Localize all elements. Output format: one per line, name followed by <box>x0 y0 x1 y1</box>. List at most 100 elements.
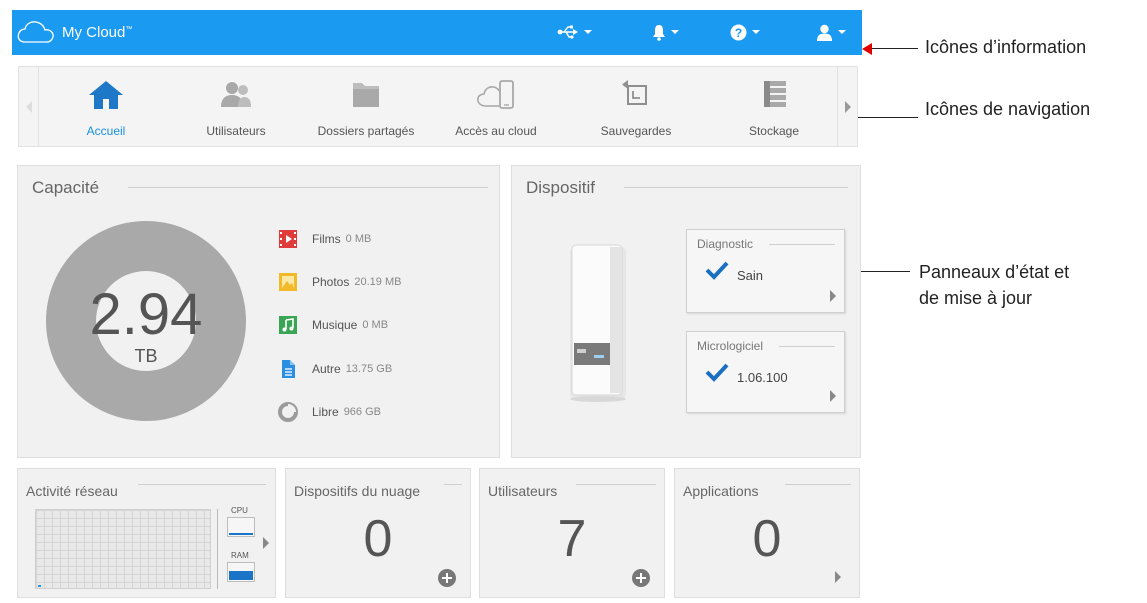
user-menu[interactable] <box>816 21 846 43</box>
title-rule <box>785 484 851 485</box>
legend-value: 13.75 GB <box>345 363 393 375</box>
backup-icon <box>622 80 647 105</box>
legend-item-other: Autre 13.75 GB <box>278 358 392 380</box>
chevron-left-icon <box>25 100 32 113</box>
annotation-status-panels-line2: de mise à jour <box>919 288 1033 308</box>
device-title: Dispositif <box>526 178 605 198</box>
music-icon <box>279 316 297 334</box>
legend-value: 0 MB <box>345 233 372 245</box>
legend-name: Musique <box>312 318 358 332</box>
nav-item-backups[interactable]: Sauvegardes <box>571 67 701 146</box>
annotation-arrow <box>862 43 872 55</box>
title-rule <box>624 187 848 188</box>
ram-label: RAM <box>231 551 249 560</box>
brand-name: My Cloud™ <box>62 23 133 41</box>
chevron-right-icon[interactable] <box>263 537 269 549</box>
network-activity-title: Activité réseau <box>26 483 124 499</box>
bell-icon <box>653 24 665 41</box>
applications-title: Applications <box>683 483 765 499</box>
chevron-right-icon[interactable] <box>835 571 841 583</box>
legend-value: 966 GB <box>343 406 381 418</box>
annotation-nav-icons: Icônes de navigation <box>925 99 1091 119</box>
folder-icon <box>353 83 379 107</box>
cloud-logo-icon <box>17 21 54 43</box>
diagnostic-status: Sain <box>737 268 764 283</box>
ram-meter <box>227 562 255 582</box>
help-menu[interactable]: ? <box>730 21 760 43</box>
chevron-right-icon <box>844 100 851 113</box>
nav-item-cloud-access[interactable]: Accès au cloud <box>431 67 561 146</box>
title-rule <box>138 484 266 485</box>
diagnostic-card[interactable]: Diagnostic Sain <box>686 229 845 313</box>
graph-line <box>38 585 41 587</box>
nav-label: Stockage <box>748 124 800 138</box>
add-cloud-device-button[interactable] <box>438 569 456 587</box>
home-icon <box>89 81 123 109</box>
top-bar: My Cloud™ ? <box>12 10 862 55</box>
checkmark-icon <box>705 363 729 382</box>
capacity-value: 2.94 <box>89 282 203 347</box>
film-icon <box>279 230 297 248</box>
chevron-down-icon <box>838 30 846 34</box>
annotation-status-panels-line1: Panneaux d’état et <box>919 262 1070 282</box>
diagnostic-title: Diagnostic <box>697 237 759 251</box>
storage-icon <box>764 81 786 107</box>
device-panel: Dispositif Diagnostic Sain Micrologiciel… <box>511 165 861 458</box>
users-title: Utilisateurs <box>488 483 564 499</box>
network-activity-panel: Activité réseau CPU RAM <box>17 468 276 598</box>
legend-name: Photos <box>312 275 350 289</box>
brand-logo[interactable]: My Cloud™ <box>16 19 132 45</box>
add-user-button[interactable] <box>632 569 650 587</box>
title-rule <box>444 484 462 485</box>
document-icon <box>282 360 295 378</box>
nav-label: Sauvegardes <box>600 124 672 138</box>
nav-scroll-left[interactable] <box>19 67 39 146</box>
legend-value: 20.19 MB <box>354 276 402 288</box>
legend-item-photos: Photos 20.19 MB <box>278 271 401 293</box>
title-rule <box>128 187 488 188</box>
legend-item-films: Films 0 MB <box>278 228 371 250</box>
nav-item-storage[interactable]: Stockage <box>709 67 839 146</box>
photo-icon <box>279 273 297 291</box>
legend-value: 0 MB <box>362 319 389 331</box>
firmware-card[interactable]: Micrologiciel 1.06.100 <box>686 331 845 413</box>
title-rule <box>769 244 835 245</box>
help-icon: ? <box>730 24 747 40</box>
usb-menu[interactable] <box>557 21 592 43</box>
legend-item-free: Libre 966 GB <box>278 401 381 423</box>
cloud-device-icon <box>477 80 514 109</box>
user-icon <box>817 24 832 41</box>
nav-scroll-right[interactable] <box>837 67 857 146</box>
legend-name: Films <box>312 232 341 246</box>
users-icon <box>221 82 251 107</box>
legend-name: Libre <box>312 405 339 419</box>
chevron-down-icon <box>671 30 679 34</box>
chevron-down-icon <box>752 30 760 34</box>
nav-item-users[interactable]: Utilisateurs <box>171 67 301 146</box>
users-panel: Utilisateurs 7 <box>479 468 665 598</box>
nav-item-shared-folders[interactable]: Dossiers partagés <box>301 67 431 146</box>
network-graph <box>35 509 211 589</box>
alerts-menu[interactable] <box>652 21 679 43</box>
capacity-donut: 2.94 TB <box>46 221 246 421</box>
applications-panel: Applications 0 <box>674 468 860 598</box>
checkmark-icon <box>705 261 729 280</box>
nav-item-home[interactable]: Accueil <box>41 67 171 146</box>
legend-item-music: Musique 0 MB <box>278 314 388 336</box>
title-rule <box>576 484 656 485</box>
divider <box>217 509 218 589</box>
pie-icon <box>278 402 298 422</box>
capacity-title: Capacité <box>32 178 110 198</box>
chevron-right-icon <box>830 290 836 302</box>
cloud-devices-title: Dispositifs du nuage <box>294 483 427 499</box>
chevron-right-icon <box>830 390 836 402</box>
cloud-devices-count: 0 <box>363 510 393 568</box>
applications-count: 0 <box>752 510 782 568</box>
nas-device-image <box>570 244 626 402</box>
users-count: 7 <box>557 510 587 568</box>
cpu-label: CPU <box>231 506 248 515</box>
usb-icon <box>557 25 578 39</box>
nav-label: Dossiers partagés <box>317 124 415 138</box>
annotation-line <box>872 48 918 49</box>
svg-text:?: ? <box>735 26 742 40</box>
